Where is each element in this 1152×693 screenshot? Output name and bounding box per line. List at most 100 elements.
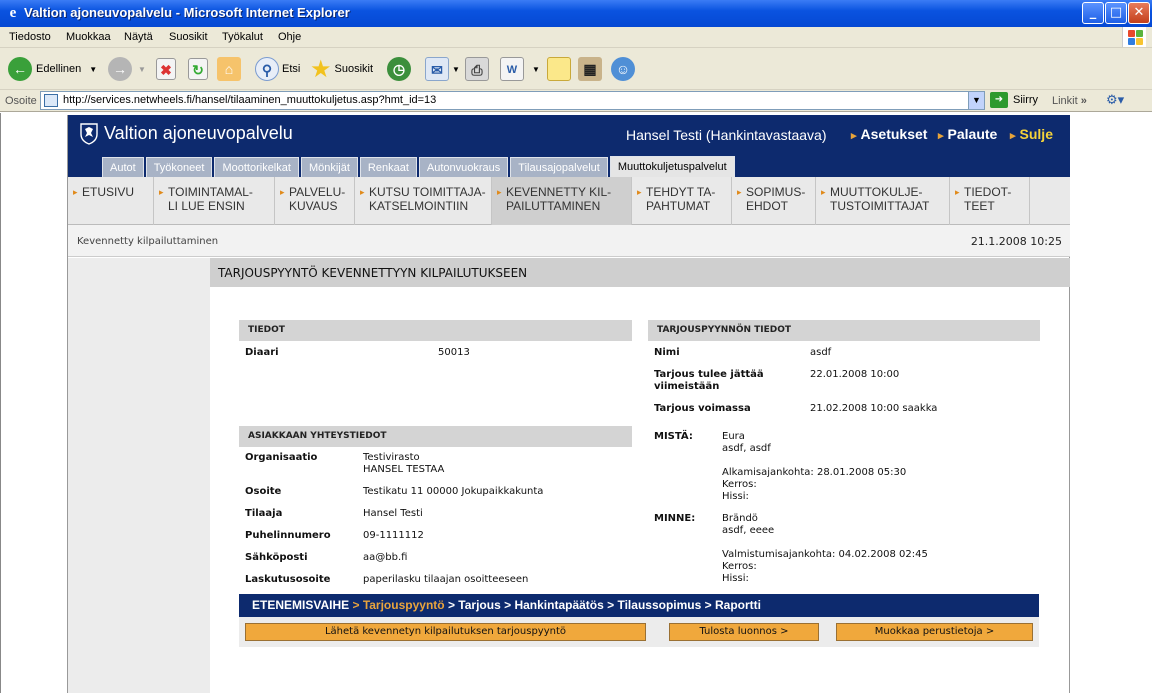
back-button[interactable]: ← Edellinen ▼: [8, 55, 97, 83]
tarjous-label: Tarjous tulee jättää viimeistään: [654, 369, 764, 392]
forward-arrow-icon: →: [108, 57, 132, 81]
left-column: [68, 258, 210, 693]
window-title: Valtion ajoneuvopalvelu - Microsoft Inte…: [24, 5, 350, 20]
diaari-label: Diaari: [245, 347, 279, 358]
translate-icon[interactable]: ⚙▾: [1106, 93, 1124, 108]
asiakas-label: Laskutusosoite: [245, 574, 331, 585]
send-request-button[interactable]: Lähetä kevennetyn kilpailutuksen tarjous…: [245, 623, 646, 641]
tab-autonvuokraus[interactable]: Autonvuokraus: [418, 157, 509, 177]
tab-moottorikelkat[interactable]: Moottorikelkat: [214, 157, 299, 177]
tab-tilausajopalvelut[interactable]: Tilausajopalvelut: [510, 157, 608, 177]
address-dropdown-icon[interactable]: ▼: [968, 92, 984, 109]
favorites-button[interactable]: ★ Suosikit: [310, 55, 373, 83]
progress-step: Tilaussopimus: [617, 598, 702, 612]
home-icon: ⌂: [217, 57, 241, 81]
links-button[interactable]: Linkit »: [1052, 95, 1087, 107]
favorites-label: Suosikit: [334, 63, 374, 75]
nav-item-3[interactable]: PALVELU- KUVAUS: [275, 177, 355, 225]
menu-ohje[interactable]: Ohje: [278, 31, 301, 43]
menu-tyokalut[interactable]: Työkalut: [222, 31, 263, 43]
page-title: TARJOUSPYYNTÖ KEVENNETTYYN KILPAILUTUKSE…: [218, 266, 528, 280]
nav-item-6[interactable]: TEHDYT TA- PAHTUMAT: [632, 177, 732, 225]
stop-button[interactable]: ✖: [156, 55, 176, 83]
asiakas-value: Testikatu 11 00000 Jokupaikkakunta: [363, 486, 544, 497]
print-draft-button[interactable]: Tulosta luonnos >: [669, 623, 819, 641]
asiakas-value: Testivirasto HANSEL TESTAA: [363, 452, 445, 475]
page-icon: [44, 94, 58, 107]
go-button[interactable]: ➜ Siirry: [990, 92, 1038, 108]
asiakas-label: Puhelinnumero: [245, 530, 331, 541]
edit-basic-info-button[interactable]: Muokkaa perustietoja >: [836, 623, 1033, 641]
back-label: Edellinen: [36, 63, 82, 75]
research-icon: ▦: [578, 57, 602, 81]
category-tabs: Autot Työkoneet Moottorikelkat Mönkijät Renk…: [102, 156, 737, 177]
progress-separator: >: [444, 598, 459, 612]
tiedot-heading: TIEDOT: [239, 320, 632, 341]
window-titlebar: e Valtion ajoneuvopalvelu - Microsoft In…: [0, 0, 1152, 27]
asiakas-heading: ASIAKKAAN YHTEYSTIEDOT: [239, 426, 632, 447]
edit-dropdown-icon[interactable]: ▼: [532, 65, 540, 74]
progress-separator: >: [500, 598, 515, 612]
ie-logo-icon: e: [9, 5, 17, 21]
history-button[interactable]: ◷: [387, 55, 411, 83]
feedback-label: Palaute: [947, 126, 998, 142]
progress-separator: >: [349, 598, 363, 612]
page-viewport: Valtion ajoneuvopalvelu Hansel Testi (Ha…: [0, 113, 1152, 693]
diaari-value: 50013: [438, 347, 470, 358]
nav-item-5[interactable]: KEVENNETTY KIL- PAILUTTAMINEN: [492, 177, 632, 225]
menu-bar: Tiedosto Muokkaa Näytä Suosikit Työkalut…: [0, 27, 1152, 48]
address-bar: Osoite http://services.netwheels.fi/hans…: [0, 90, 1152, 112]
feedback-link[interactable]: ▸ Palaute: [938, 126, 997, 142]
nav-item-7[interactable]: SOPIMUS- EHDOT: [732, 177, 816, 225]
address-label: Osoite: [5, 95, 37, 107]
tab-työkoneet[interactable]: Työkoneet: [145, 157, 213, 177]
close-window-button[interactable]: ✕: [1128, 2, 1150, 24]
nav-item-9[interactable]: TIEDOT- TEET: [950, 177, 1030, 225]
menu-nayta[interactable]: Näytä: [124, 31, 153, 43]
menu-tiedosto[interactable]: Tiedosto: [9, 31, 51, 43]
mail-button[interactable]: ✉ ▼: [425, 55, 460, 83]
discuss-button[interactable]: [547, 55, 571, 83]
tab-muuttokuljetuspalvelut[interactable]: Muuttokuljetuspalvelut: [609, 156, 735, 177]
mail-dropdown-icon[interactable]: ▼: [452, 65, 460, 74]
progress-step: Hankintapäätös: [514, 598, 604, 612]
asiakas-label: Osoite: [245, 486, 282, 497]
nav-item-2[interactable]: TOIMINTAMAL- LI LUE ENSIN: [154, 177, 275, 225]
asiakas-value: aa@bb.fi: [363, 552, 408, 563]
print-button[interactable]: ⎙: [465, 55, 489, 83]
messenger-button[interactable]: ☺: [611, 55, 635, 83]
refresh-button[interactable]: ↻: [188, 55, 208, 83]
settings-link[interactable]: ▸ Asetukset: [851, 126, 927, 142]
nav-item-4[interactable]: KUTSU TOIMITTAJA- KATSELMOINTIIN: [355, 177, 492, 225]
minimize-button[interactable]: _: [1082, 2, 1104, 24]
nav-item-1[interactable]: ETUSIVU: [68, 177, 154, 225]
tab-renkaat[interactable]: Renkaat: [359, 157, 417, 177]
tab-autot[interactable]: Autot: [102, 157, 144, 177]
go-label: Siirry: [1013, 94, 1039, 106]
home-button[interactable]: ⌂: [217, 55, 241, 83]
progress-label: ETENEMISVAIHE: [252, 598, 350, 612]
search-button[interactable]: ⚲ Etsi: [255, 55, 300, 83]
tarjous-value: 22.01.2008 10:00: [810, 369, 900, 380]
progress-separator: >: [701, 598, 715, 612]
tarjous-value: 21.02.2008 10:00 saakka: [810, 403, 938, 414]
forward-button[interactable]: → ▼: [108, 55, 146, 83]
close-label: Sulje: [1019, 126, 1053, 142]
forward-dropdown-icon[interactable]: ▼: [138, 65, 146, 74]
favorites-star-icon: ★: [310, 55, 332, 83]
back-dropdown-icon[interactable]: ▼: [89, 65, 97, 74]
lion-crest-icon: [80, 123, 98, 145]
nav-item-8[interactable]: MUUTTOKULJE- TUSTOIMITTAJAT: [816, 177, 950, 225]
search-label: Etsi: [282, 63, 301, 75]
address-input[interactable]: http://services.netwheels.fi/hansel/tila…: [40, 91, 985, 110]
edit-button[interactable]: W ▼: [500, 55, 540, 83]
close-link[interactable]: ▸ Sulje: [1010, 126, 1053, 142]
settings-label: Asetukset: [860, 126, 928, 142]
maximize-button[interactable]: □: [1105, 2, 1127, 24]
tab-mönkijät[interactable]: Mönkijät: [300, 157, 358, 177]
research-button[interactable]: ▦: [578, 55, 602, 83]
current-datetime: 21.1.2008 10:25: [970, 235, 1062, 248]
print-icon: ⎙: [465, 57, 489, 81]
menu-muokkaa[interactable]: Muokkaa: [66, 31, 111, 43]
menu-suosikit[interactable]: Suosikit: [169, 31, 208, 43]
